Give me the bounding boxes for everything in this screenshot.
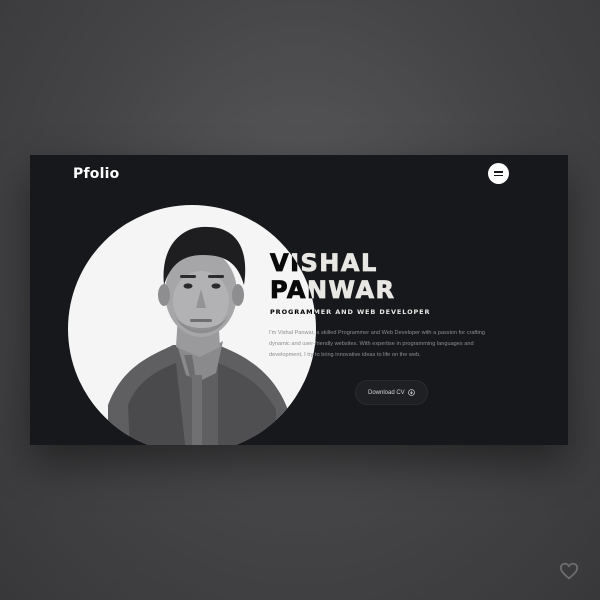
portfolio-preview: Pfolio VISHAL PANWAR PROGRAMMER AND WEB … [30,155,568,445]
bio-line: development, I try to bring innovative i… [269,352,421,358]
site-logo[interactable]: Pfolio [73,166,119,182]
hero-name: VISHAL PANWAR [270,249,396,304]
hero-role: PROGRAMMER AND WEB DEVELOPER [270,308,431,316]
name-last: PANWAR [270,276,396,304]
download-icon [407,389,415,396]
hero-bio: I'm Vishal Panwar, a skilled Programmer … [269,328,514,361]
menu-button[interactable] [488,163,509,184]
heart-icon[interactable] [559,562,579,580]
profile-photo [68,205,316,445]
bio-line: I'm Vishal Panwar, a skilled Programmer … [269,330,486,336]
hamburger-menu-icon [494,171,503,173]
bio-line: dynamic and user-friendly websites. With… [269,341,474,347]
download-cv-button[interactable]: Download CV [355,380,428,405]
portrait-photo [108,226,288,445]
download-cv-label: Download CV [368,389,405,396]
name-first: VISHAL [270,249,378,277]
